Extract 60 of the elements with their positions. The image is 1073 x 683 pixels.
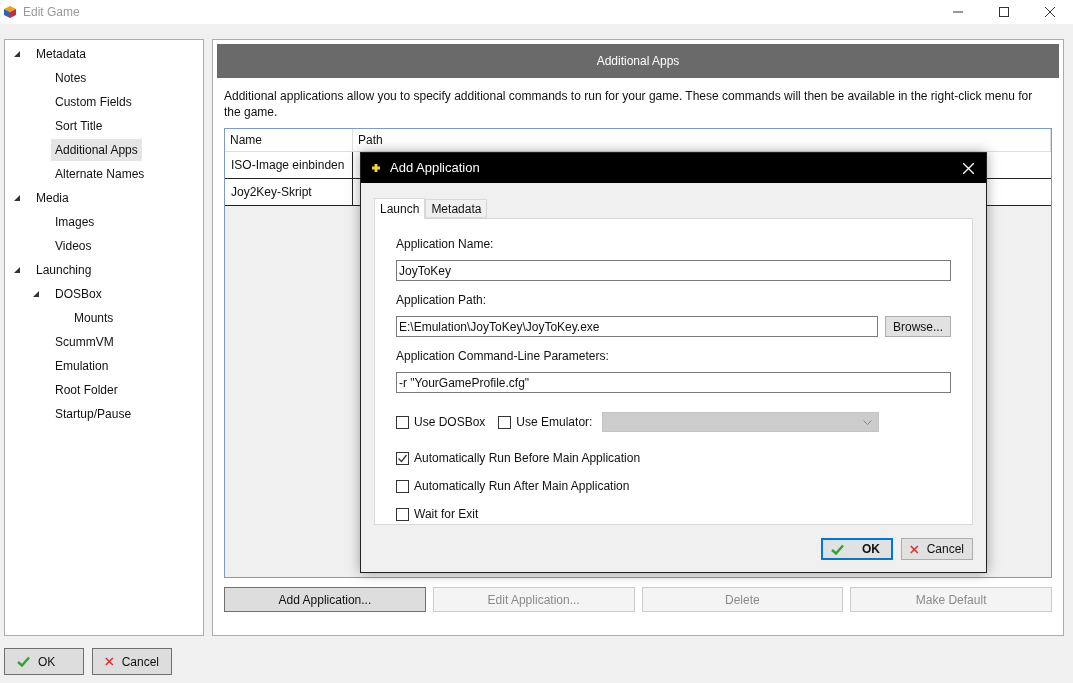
- tab[interactable]: Metadata: [425, 199, 488, 218]
- plus-icon: [371, 163, 381, 173]
- field-label: Application Command-Line Parameters:: [396, 348, 610, 365]
- close-icon[interactable]: [963, 162, 974, 174]
- checkbox[interactable]: [498, 415, 512, 429]
- chevron-down-icon: [863, 419, 873, 425]
- checkbox[interactable]: [396, 415, 409, 429]
- expand-triangle-icon[interactable]: [13, 194, 21, 202]
- tree-item[interactable]: Videos: [51, 235, 96, 257]
- checkbox-label: Use Emulator:: [516, 414, 593, 431]
- tree-item[interactable]: Notes: [51, 67, 91, 89]
- tree-item[interactable]: Startup/Pause: [51, 403, 136, 425]
- tree-item[interactable]: Emulation: [51, 355, 113, 377]
- panel-header: Additional Apps: [217, 44, 1059, 78]
- input-field[interactable]: E:\Emulation\JoyToKey\JoyToKey.exe: [396, 316, 878, 337]
- tree-item[interactable]: ScummVM: [51, 331, 118, 353]
- column-header[interactable]: Path: [353, 129, 1051, 151]
- cube-icon: [3, 5, 17, 19]
- field-label: Application Name:: [396, 236, 495, 253]
- field-label: Application Path:: [396, 292, 488, 309]
- action-button[interactable]: Add Application...: [224, 587, 426, 612]
- input-field[interactable]: -r "YourGameProfile.cfg": [396, 372, 951, 393]
- window-title: Edit Game: [23, 4, 80, 21]
- dialog-button[interactable]: OK: [821, 538, 893, 560]
- tree-item[interactable]: Launching: [32, 259, 96, 281]
- checkmark-icon: [17, 656, 30, 667]
- tree-item[interactable]: Sort Title: [51, 115, 107, 137]
- checkbox[interactable]: [396, 479, 409, 493]
- dialog-button[interactable]: Cancel: [92, 648, 172, 675]
- close-icon: [910, 543, 919, 555]
- tree-item[interactable]: Additional Apps: [51, 139, 142, 161]
- dialog-button[interactable]: Cancel: [901, 538, 973, 560]
- tree-item[interactable]: Metadata: [32, 43, 91, 65]
- input-field[interactable]: JoyToKey: [396, 260, 951, 281]
- tree-item[interactable]: Alternate Names: [51, 163, 149, 185]
- checkbox[interactable]: [396, 507, 409, 521]
- expand-triangle-icon[interactable]: [13, 50, 21, 58]
- column-header[interactable]: Name: [225, 129, 353, 151]
- expand-triangle-icon[interactable]: [13, 266, 21, 274]
- dialog-title: Add Application: [390, 159, 480, 178]
- checkbox-label: Automatically Run Before Main Application: [414, 450, 641, 467]
- checkbox-label: Automatically Run After Main Application: [414, 478, 630, 495]
- expand-triangle-icon[interactable]: [32, 290, 40, 298]
- checkbox-label: Use DOSBox: [414, 414, 486, 431]
- tab[interactable]: Launch: [374, 198, 426, 219]
- dialog-button[interactable]: OK: [4, 648, 84, 675]
- table-cell: ISO-Image einbinden: [225, 152, 353, 178]
- description-text: Additional applications allow you to specify additional commands to run for your game. These commands will then be available in the right-click menu for the game.: [223, 88, 1034, 120]
- checkbox[interactable]: [396, 451, 409, 465]
- tree-item[interactable]: Mounts: [70, 307, 118, 329]
- checkmark-icon: [831, 543, 844, 555]
- browse-button[interactable]: Browse...: [885, 316, 951, 337]
- checkbox-label: Wait for Exit: [414, 506, 479, 523]
- table-cell: Joy2Key-Skript: [225, 179, 353, 205]
- tree-item[interactable]: Images: [51, 211, 99, 233]
- tree-item[interactable]: Media: [32, 187, 73, 209]
- tree-item[interactable]: DOSBox: [51, 283, 106, 305]
- close-icon: [105, 656, 114, 667]
- tree-item[interactable]: Root Folder: [51, 379, 122, 401]
- tree-item[interactable]: Custom Fields: [51, 91, 136, 113]
